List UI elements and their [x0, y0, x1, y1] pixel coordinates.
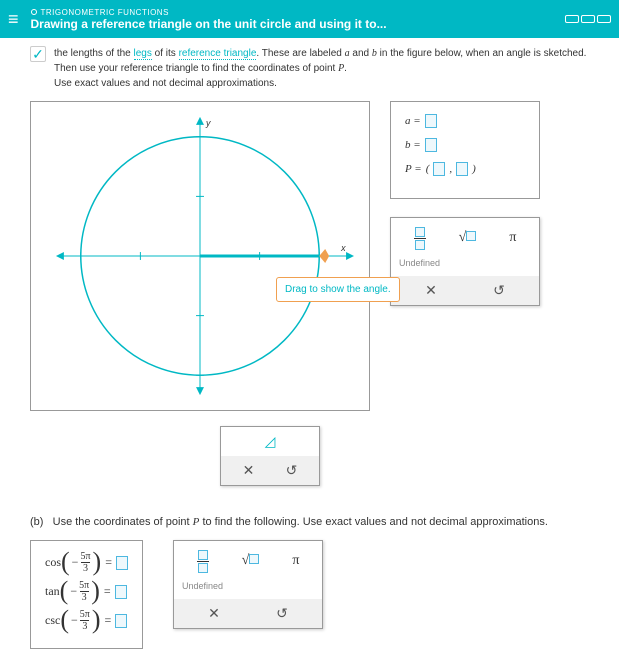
link-reference-triangle[interactable]: reference triangle — [179, 48, 257, 60]
diagram-col: y x Drag to show the angle. ◿ ✕ ↺ — [30, 101, 370, 486]
part-b-row: cos(−5π3)= tan(−5π3)= csc(−5π3)= √ π Und… — [30, 540, 589, 649]
answers-box: a = b = P = (, ) — [390, 101, 540, 199]
answer-b: b = — [405, 138, 525, 152]
reset-button[interactable]: ↺ — [493, 282, 505, 299]
input-cos[interactable] — [116, 556, 128, 570]
reset-button[interactable]: ↺ — [276, 605, 288, 622]
drag-hint: Drag to show the angle. — [276, 277, 400, 302]
header-text: TRIGONOMETRIC FUNCTIONS Drawing a refere… — [31, 8, 565, 31]
fraction-tool[interactable] — [197, 549, 209, 573]
checkmark-icon[interactable]: ✓ — [30, 46, 46, 62]
part-b-label: (b) Use the coordinates of point P to fi… — [30, 516, 589, 528]
main-row: y x Drag to show the angle. ◿ ✕ ↺ a = b … — [30, 101, 589, 486]
input-b[interactable] — [425, 138, 437, 152]
header-title: Drawing a reference triangle on the unit… — [31, 17, 565, 31]
fraction-tool[interactable] — [414, 226, 426, 250]
answer-p: P = (, ) — [405, 162, 525, 176]
eq-csc: csc(−5π3)= — [45, 609, 128, 632]
input-px[interactable] — [433, 162, 445, 176]
input-tan[interactable] — [115, 585, 127, 599]
menu-icon[interactable]: ≡ — [8, 9, 19, 30]
content: ✓ the lengths of the legs of its referen… — [0, 38, 619, 669]
close-button[interactable]: ✕ — [425, 282, 437, 299]
undefined-tool[interactable]: Undefined — [391, 258, 539, 276]
eq-tan: tan(−5π3)= — [45, 580, 128, 603]
unit-circle-diagram[interactable]: y x Drag to show the angle. — [30, 101, 370, 411]
input-csc[interactable] — [115, 614, 127, 628]
input-py[interactable] — [456, 162, 468, 176]
circle-icon — [31, 9, 37, 15]
equations-box: cos(−5π3)= tan(−5π3)= csc(−5π3)= — [30, 540, 143, 649]
angle-toolbox: ◿ ✕ ↺ — [220, 426, 320, 486]
close-button[interactable]: ✕ — [208, 605, 220, 622]
app-header: ≡ TRIGONOMETRIC FUNCTIONS Drawing a refe… — [0, 0, 619, 38]
sqrt-tool[interactable]: √ — [242, 553, 260, 569]
right-column: a = b = P = (, ) √ π Undefined ✕ ↺ — [390, 101, 540, 306]
close-button[interactable]: ✕ — [243, 462, 255, 479]
eq-cos: cos(−5π3)= — [45, 551, 128, 574]
window-controls[interactable] — [565, 15, 611, 23]
pi-tool[interactable]: π — [292, 553, 299, 569]
intro-row: ✓ the lengths of the legs of its referen… — [30, 46, 589, 91]
y-axis-label: y — [205, 118, 211, 128]
header-category: TRIGONOMETRIC FUNCTIONS — [31, 8, 565, 17]
math-toolbox: √ π Undefined ✕ ↺ — [390, 217, 540, 306]
intro-text: the lengths of the legs of its reference… — [52, 46, 586, 91]
answer-a: a = — [405, 114, 525, 128]
pi-tool[interactable]: π — [509, 230, 516, 246]
input-a[interactable] — [425, 114, 437, 128]
undefined-tool[interactable]: Undefined — [174, 581, 322, 599]
x-axis-label: x — [340, 243, 346, 253]
sqrt-tool[interactable]: √ — [459, 230, 477, 246]
link-legs[interactable]: legs — [134, 48, 152, 60]
math-toolbox-b: √ π Undefined ✕ ↺ — [173, 540, 323, 629]
angle-draw-icon[interactable]: ◿ — [265, 433, 276, 450]
reset-button[interactable]: ↺ — [286, 462, 298, 479]
